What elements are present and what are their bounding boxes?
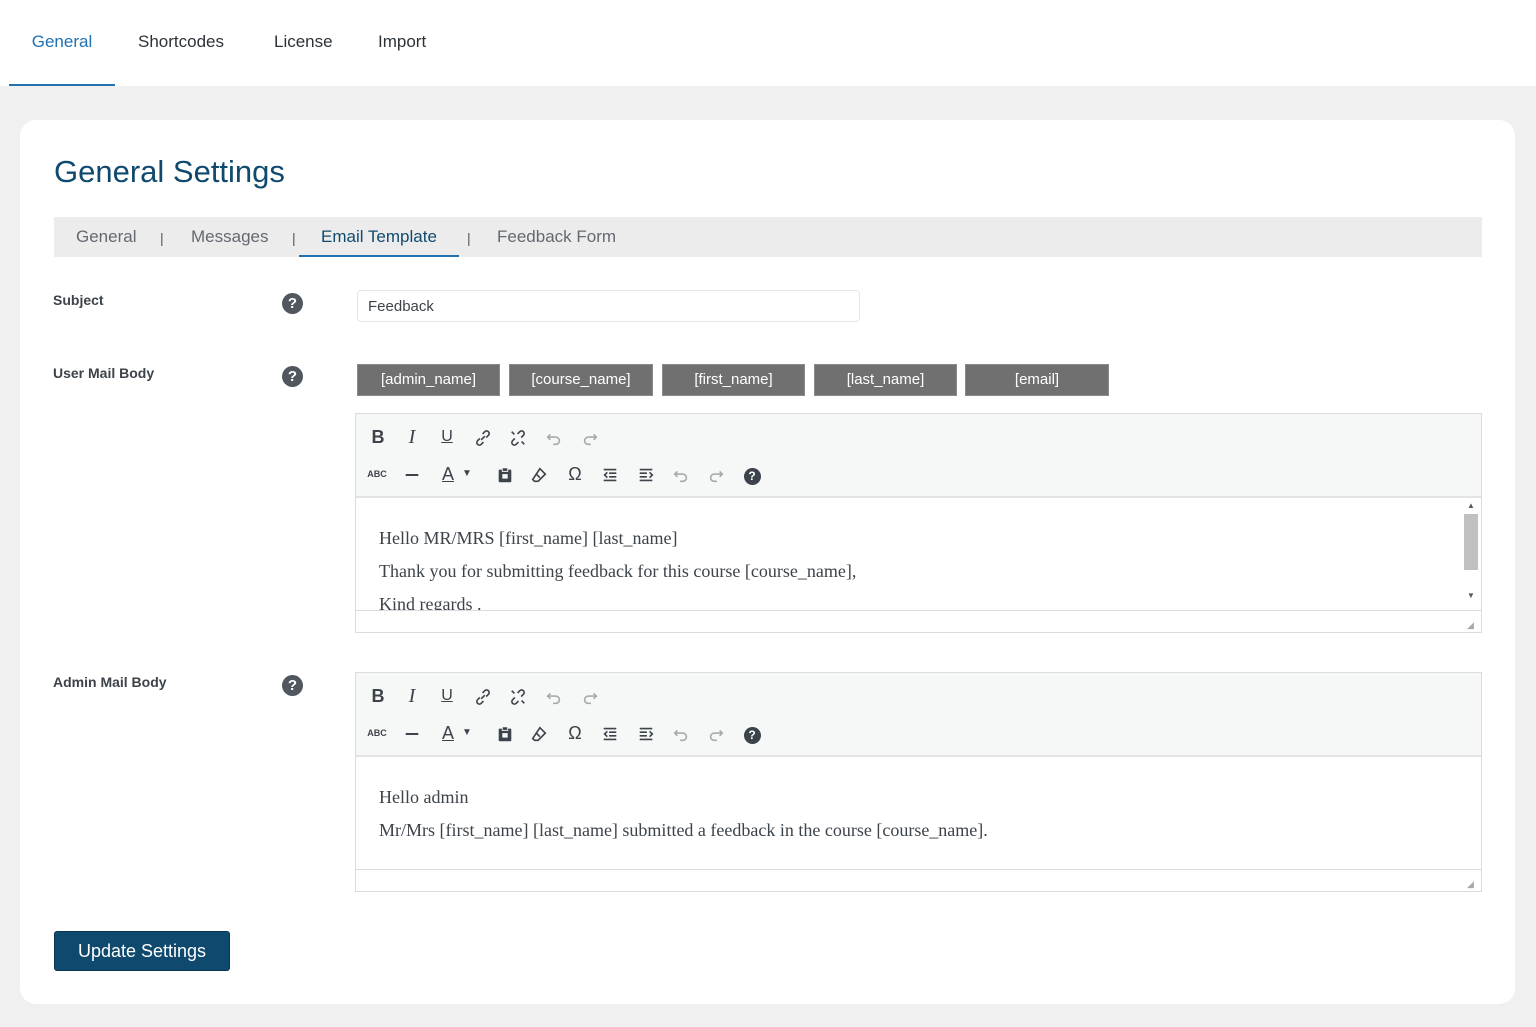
tag-email-button[interactable]: [email]	[965, 364, 1109, 396]
tab-license[interactable]: License	[274, 0, 333, 84]
subtab-messages[interactable]: Messages	[191, 217, 268, 257]
strikethrough-icon[interactable]: ABC	[364, 461, 390, 487]
bold-icon[interactable]: B	[365, 683, 391, 709]
user-mail-line: Hello MR/MRS [first_name] [last_name]	[379, 528, 678, 548]
redo-icon[interactable]	[577, 424, 603, 450]
admin-mail-editor: B I U ABC A ▼ Ω ? Hello admin Mr/Mrs [fi…	[355, 672, 1482, 892]
editor-statusbar: ◢	[356, 610, 1481, 633]
text-color-icon[interactable]: A	[435, 461, 461, 487]
chevron-down-icon[interactable]: ▼	[460, 461, 474, 487]
subject-help-icon[interactable]: ?	[282, 293, 303, 314]
tag-last-name-button[interactable]: [last_name]	[814, 364, 957, 396]
undo-icon[interactable]	[541, 424, 567, 450]
italic-icon[interactable]: I	[399, 424, 425, 450]
user-mail-content[interactable]: Hello MR/MRS [first_name] [last_name] Th…	[356, 498, 1481, 610]
clear-formatting-icon[interactable]	[526, 720, 552, 746]
clear-formatting-icon[interactable]	[526, 461, 552, 487]
subtab-separator: |	[160, 230, 164, 246]
subtab-email-template[interactable]: Email Template	[299, 217, 459, 257]
unlink-icon[interactable]	[505, 424, 531, 450]
bold-icon[interactable]: B	[365, 424, 391, 450]
admin-mail-content[interactable]: Hello admin Mr/Mrs [first_name] [last_na…	[356, 757, 1481, 869]
scroll-thumb[interactable]	[1464, 514, 1478, 570]
tag-first-name-button[interactable]: [first_name]	[662, 364, 805, 396]
horizontal-line-icon[interactable]	[399, 720, 425, 746]
page-title: General Settings	[54, 154, 285, 189]
outdent-icon[interactable]	[597, 461, 623, 487]
admin-mail-line: Mr/Mrs [first_name] [last_name] submitte…	[379, 820, 988, 840]
user-mail-line: Thank you for submitting feedback for th…	[379, 561, 857, 581]
editor-toolbar: B I U ABC A ▼ Ω ?	[356, 414, 1481, 498]
special-character-icon[interactable]: Ω	[562, 461, 588, 487]
editor-toolbar: B I U ABC A ▼ Ω ?	[356, 673, 1481, 757]
tab-shortcodes[interactable]: Shortcodes	[138, 0, 224, 84]
undo-icon[interactable]	[668, 720, 694, 746]
undo-icon[interactable]	[541, 683, 567, 709]
underline-icon[interactable]: U	[434, 424, 460, 450]
link-icon[interactable]	[470, 683, 496, 709]
editor-statusbar: ◢	[356, 869, 1481, 892]
outdent-icon[interactable]	[597, 720, 623, 746]
tab-general[interactable]: General	[9, 0, 115, 86]
tag-admin-name-button[interactable]: [admin_name]	[357, 364, 500, 396]
editor-scrollbar[interactable]: ▲ ▼	[1464, 500, 1478, 604]
admin-mail-help-icon[interactable]: ?	[282, 675, 303, 696]
settings-card: General Settings General | Messages | Em…	[20, 120, 1515, 1004]
text-color-icon[interactable]: A	[435, 720, 461, 746]
indent-icon[interactable]	[633, 720, 659, 746]
link-icon[interactable]	[470, 424, 496, 450]
keyboard-shortcuts-icon[interactable]: ?	[739, 461, 765, 487]
admin-mail-body-label: Admin Mail Body	[53, 674, 167, 690]
paste-text-icon[interactable]	[492, 461, 518, 487]
user-mail-editor: B I U ABC A ▼ Ω ? Hello MR/MRS [first_na…	[355, 413, 1482, 633]
underline-icon[interactable]: U	[434, 683, 460, 709]
special-character-icon[interactable]: Ω	[562, 720, 588, 746]
redo-icon[interactable]	[577, 683, 603, 709]
user-mail-line: Kind regards .	[379, 594, 482, 610]
subtab-feedback-form[interactable]: Feedback Form	[497, 217, 616, 257]
sub-tabs: General | Messages | Email Template | Fe…	[54, 217, 1482, 257]
resize-handle-icon[interactable]: ◢	[1467, 620, 1477, 630]
paste-text-icon[interactable]	[492, 720, 518, 746]
unlink-icon[interactable]	[505, 683, 531, 709]
user-mail-help-icon[interactable]: ?	[282, 366, 303, 387]
scroll-down-icon[interactable]: ▼	[1464, 590, 1478, 602]
indent-icon[interactable]	[633, 461, 659, 487]
chevron-down-icon[interactable]: ▼	[460, 720, 474, 746]
tab-import[interactable]: Import	[378, 0, 426, 84]
redo-icon[interactable]	[703, 461, 729, 487]
italic-icon[interactable]: I	[399, 683, 425, 709]
subtab-separator: |	[467, 230, 471, 246]
admin-mail-line: Hello admin	[379, 787, 469, 807]
keyboard-shortcuts-icon[interactable]: ?	[739, 720, 765, 746]
tag-course-name-button[interactable]: [course_name]	[509, 364, 653, 396]
top-nav: General Shortcodes License Import	[0, 0, 1536, 86]
update-settings-button[interactable]: Update Settings	[54, 931, 230, 971]
scroll-up-icon[interactable]: ▲	[1464, 500, 1478, 512]
resize-handle-icon[interactable]: ◢	[1467, 879, 1477, 889]
user-mail-body-label: User Mail Body	[53, 365, 155, 381]
subject-input[interactable]	[357, 290, 860, 322]
horizontal-line-icon[interactable]	[399, 461, 425, 487]
subtab-separator: |	[292, 230, 296, 246]
subtab-general[interactable]: General	[76, 217, 136, 257]
strikethrough-icon[interactable]: ABC	[364, 720, 390, 746]
redo-icon[interactable]	[703, 720, 729, 746]
undo-icon[interactable]	[668, 461, 694, 487]
subject-label: Subject	[53, 292, 104, 308]
